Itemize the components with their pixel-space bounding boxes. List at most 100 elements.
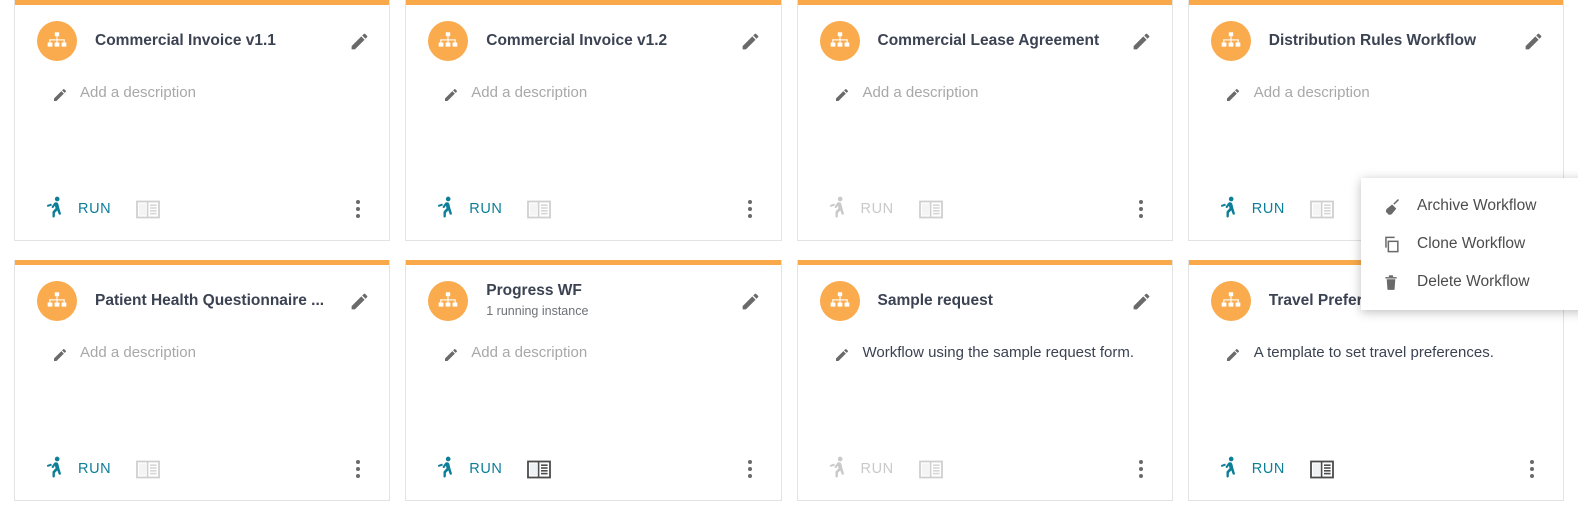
card-description-area[interactable]: Add a description bbox=[798, 61, 1172, 178]
run-label: RUN bbox=[1251, 461, 1285, 477]
run-button[interactable]: RUN bbox=[436, 456, 502, 483]
edit-description-pencil-icon[interactable] bbox=[51, 346, 68, 363]
run-label: RUN bbox=[469, 461, 503, 477]
run-label: RUN bbox=[860, 461, 894, 477]
workflow-card[interactable]: Sample request Workflow using the sample … bbox=[796, 260, 1173, 501]
edit-description-pencil-icon[interactable] bbox=[51, 86, 68, 103]
card-header: Distribution Rules Workflow bbox=[1189, 5, 1563, 61]
edit-title-pencil-icon[interactable] bbox=[347, 29, 371, 53]
card-description-area[interactable]: Add a description bbox=[15, 321, 389, 438]
card-overflow-menu-button[interactable] bbox=[345, 456, 371, 482]
card-footer: RUN bbox=[798, 438, 1172, 500]
workflow-card-grid: Commercial Invoice v1.1 Add a description… bbox=[0, 0, 1578, 501]
edit-title-pencil-icon[interactable] bbox=[739, 289, 763, 313]
card-subtitle: 1 running instance bbox=[486, 303, 589, 318]
run-button[interactable]: RUN bbox=[1219, 196, 1285, 223]
view-form-icon[interactable] bbox=[526, 458, 552, 480]
card-header: Sample request bbox=[798, 265, 1172, 321]
card-description-text: A template to set travel preferences. bbox=[1253, 344, 1494, 361]
workflow-context-menu[interactable]: Archive Workflow Clone Workflow Delete Wor… bbox=[1361, 178, 1578, 310]
workflow-hierarchy-icon bbox=[819, 21, 860, 61]
card-overflow-menu-button[interactable] bbox=[1519, 456, 1545, 482]
card-overflow-menu-button[interactable] bbox=[1128, 196, 1154, 222]
card-description-area[interactable]: Add a description bbox=[406, 61, 780, 178]
runner-icon bbox=[45, 196, 65, 223]
card-description-area[interactable]: Add a description bbox=[15, 61, 389, 178]
runner-icon bbox=[1219, 196, 1239, 223]
card-description-area[interactable]: Workflow using the sample request form. bbox=[798, 321, 1172, 438]
runner-icon bbox=[828, 196, 848, 223]
workflow-card[interactable]: Patient Health Questionnaire ... Add a de… bbox=[14, 260, 391, 501]
run-button[interactable]: RUN bbox=[45, 196, 111, 223]
view-form-icon bbox=[135, 458, 161, 480]
trash-icon bbox=[1381, 272, 1401, 292]
run-button[interactable]: RUN bbox=[45, 456, 111, 483]
workflow-card[interactable]: Commercial Invoice v1.2 Add a description… bbox=[405, 0, 782, 241]
card-title: Commercial Lease Agreement bbox=[877, 32, 1100, 50]
card-footer: RUN bbox=[406, 178, 780, 240]
workflow-card[interactable]: Commercial Invoice v1.1 Add a description… bbox=[14, 0, 391, 241]
card-description-area[interactable]: A template to set travel preferences. bbox=[1189, 321, 1563, 438]
card-overflow-menu-button[interactable] bbox=[737, 196, 763, 222]
edit-description-pencil-icon[interactable] bbox=[1225, 86, 1242, 103]
card-header: Patient Health Questionnaire ... bbox=[15, 265, 389, 321]
card-header-text: Progress WF 1 running instance bbox=[468, 281, 738, 320]
edit-title-pencil-icon[interactable] bbox=[1521, 29, 1545, 53]
run-button: RUN bbox=[828, 196, 894, 223]
workflow-card[interactable]: Commercial Lease Agreement Add a descript… bbox=[796, 0, 1173, 241]
edit-description-pencil-icon[interactable] bbox=[834, 346, 851, 363]
runner-icon bbox=[436, 456, 456, 483]
edit-title-pencil-icon[interactable] bbox=[347, 289, 371, 313]
card-description-area[interactable]: Add a description bbox=[406, 321, 780, 438]
edit-description-pencil-icon[interactable] bbox=[442, 346, 459, 363]
card-header-text: Commercial Lease Agreement bbox=[860, 31, 1130, 50]
run-button[interactable]: RUN bbox=[1219, 456, 1285, 483]
card-header-text: Patient Health Questionnaire ... bbox=[77, 291, 347, 310]
card-header-text: Commercial Invoice v1.2 bbox=[468, 31, 738, 50]
context-menu-item[interactable]: Clone Workflow bbox=[1361, 225, 1578, 263]
edit-description-pencil-icon[interactable] bbox=[834, 86, 851, 103]
view-form-icon[interactable] bbox=[1309, 458, 1335, 480]
context-menu-item-label: Clone Workflow bbox=[1417, 235, 1526, 252]
view-form-icon bbox=[1309, 198, 1335, 220]
card-footer: RUN bbox=[15, 178, 389, 240]
run-label: RUN bbox=[78, 461, 112, 477]
card-description-text: Add a description bbox=[862, 84, 979, 101]
card-overflow-menu-button[interactable] bbox=[345, 196, 371, 222]
workflow-hierarchy-icon bbox=[819, 281, 860, 321]
edit-description-pencil-icon[interactable] bbox=[442, 86, 459, 103]
run-label: RUN bbox=[469, 201, 503, 217]
card-overflow-menu-button[interactable] bbox=[1128, 456, 1154, 482]
workflow-card[interactable]: Progress WF 1 running instance Add a descr… bbox=[405, 260, 782, 501]
card-description-text: Workflow using the sample request form. bbox=[862, 344, 1135, 361]
card-description-text: Add a description bbox=[80, 84, 196, 101]
edit-title-pencil-icon[interactable] bbox=[1130, 29, 1154, 53]
workflow-hierarchy-icon bbox=[1210, 21, 1251, 61]
workflow-hierarchy-icon bbox=[37, 21, 77, 61]
runner-icon bbox=[828, 456, 848, 483]
view-form-icon bbox=[526, 198, 552, 220]
card-footer: RUN bbox=[1189, 438, 1563, 500]
card-description-text: Add a description bbox=[1253, 84, 1370, 101]
card-description-text: Add a description bbox=[471, 84, 588, 101]
run-button[interactable]: RUN bbox=[436, 196, 502, 223]
edit-title-pencil-icon[interactable] bbox=[739, 29, 763, 53]
card-overflow-menu-button[interactable] bbox=[737, 456, 763, 482]
card-footer: RUN bbox=[798, 178, 1172, 240]
workflow-hierarchy-icon bbox=[428, 281, 469, 321]
workflow-hierarchy-icon bbox=[37, 281, 77, 321]
card-description-area[interactable]: Add a description bbox=[1189, 61, 1563, 178]
runner-icon bbox=[436, 196, 456, 223]
card-description-text: Add a description bbox=[471, 344, 588, 361]
workflow-hierarchy-icon bbox=[428, 21, 469, 61]
copy-icon bbox=[1381, 234, 1401, 254]
edit-title-pencil-icon[interactable] bbox=[1130, 289, 1154, 313]
edit-description-pencil-icon[interactable] bbox=[1225, 346, 1242, 363]
card-title: Patient Health Questionnaire ... bbox=[95, 292, 325, 310]
view-form-icon bbox=[918, 458, 944, 480]
context-menu-item[interactable]: Delete Workflow bbox=[1361, 263, 1578, 301]
runner-icon bbox=[45, 456, 65, 483]
card-title: Commercial Invoice v1.2 bbox=[486, 32, 668, 50]
card-title: Progress WF bbox=[486, 282, 582, 300]
context-menu-item[interactable]: Archive Workflow bbox=[1361, 187, 1578, 225]
